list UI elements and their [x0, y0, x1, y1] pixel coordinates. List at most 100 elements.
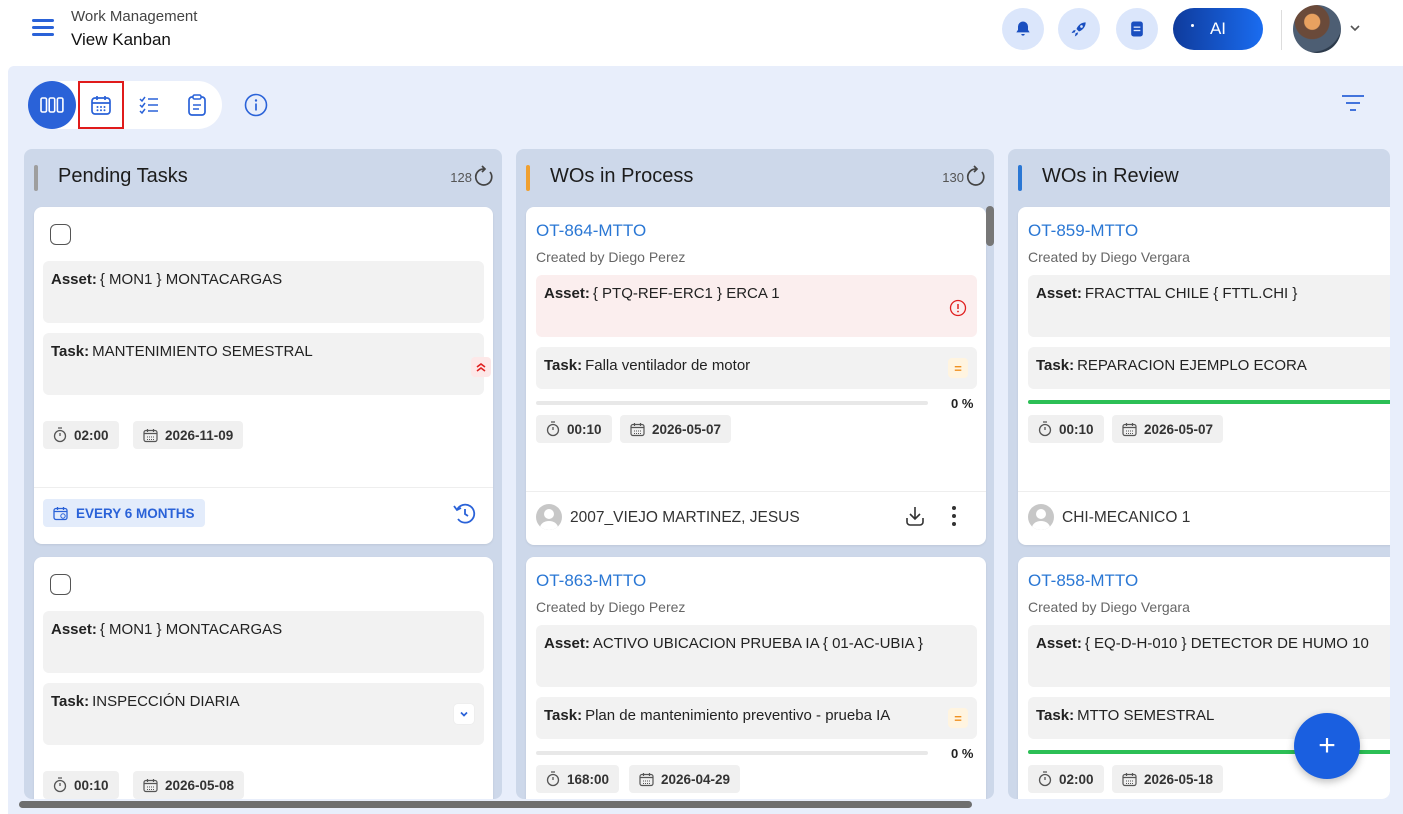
notifications-button[interactable] [1002, 8, 1044, 50]
work-order-code[interactable]: OT-858-MTTO [1028, 571, 1138, 591]
timer-icon [53, 427, 67, 443]
progress-percent: 0 % [951, 396, 974, 411]
timer-icon [1038, 421, 1052, 437]
assignee-name: 2007_VIEJO MARTINEZ, JESUS [570, 509, 800, 526]
column-header: WOs in Review [1008, 149, 1390, 205]
task-value: REPARACION EJEMPLO ECORA [1077, 357, 1307, 374]
refresh-icon[interactable] [471, 164, 497, 190]
column-color-bar [526, 165, 530, 191]
work-order-card[interactable]: OT-863-MTTO Created by Diego Perez Asset… [526, 557, 986, 799]
created-by: Created by Diego Vergara [1028, 249, 1190, 265]
asset-value: FRACTTAL CHILE { FTTL.CHI } [1084, 285, 1298, 302]
work-order-card[interactable]: OT-864-MTTO Created by Diego Perez Asset… [526, 207, 986, 545]
timer-icon [53, 777, 67, 793]
kanban-view-button[interactable] [28, 81, 76, 129]
history-icon[interactable] [452, 501, 478, 527]
priority-low-icon [454, 704, 474, 724]
calendar-icon [143, 778, 158, 792]
updates-button[interactable] [1058, 8, 1100, 50]
timer-icon [1038, 771, 1052, 787]
task-card[interactable]: Asset:{ MON1 } MONTACARGAS Task: MANTENIM… [34, 207, 493, 544]
board-horizontal-scrollbar[interactable] [19, 801, 972, 808]
document-icon [1131, 21, 1143, 37]
alert-icon [949, 299, 967, 317]
column-count: 130 [942, 170, 964, 185]
kanban-icon [40, 97, 64, 113]
timer-icon [546, 421, 560, 437]
page-title: View Kanban [71, 30, 171, 49]
task-value: Plan de mantenimiento preventivo - prueb… [585, 707, 891, 724]
asset-field: Asset:{ EQ-D-H-010 } DETECTOR DE HUMO 10 [1028, 625, 1390, 687]
rocket-icon [1071, 22, 1086, 37]
task-checkbox[interactable] [50, 574, 71, 595]
column-title: WOs in Review [1042, 165, 1179, 187]
created-by: Created by Diego Vergara [1028, 599, 1190, 615]
column-pending-tasks: Pending Tasks 128 Asset:{ MON1 } MONTACA… [24, 149, 502, 799]
calendar-icon [639, 772, 654, 786]
more-options-icon[interactable] [950, 505, 958, 527]
date-badge: 2026-04-29 [629, 765, 741, 793]
column-header: Pending Tasks 128 [24, 149, 502, 205]
work-order-code[interactable]: OT-863-MTTO [536, 571, 646, 591]
user-avatar[interactable] [1293, 5, 1341, 53]
asset-value: { MON1 } MONTACARGAS [99, 271, 283, 288]
date-badge: 2026-05-07 [1112, 415, 1224, 443]
progress-bar [1028, 400, 1390, 404]
top-bar: Work Management View Kanban AI [0, 0, 1403, 66]
column-color-bar [34, 165, 38, 191]
add-button[interactable]: + [1294, 713, 1360, 779]
task-value: Falla ventilador de motor [585, 357, 751, 374]
bell-icon [1016, 21, 1030, 36]
work-order-card[interactable]: OT-859-MTTO Created by Diego Vergara Ass… [1018, 207, 1390, 545]
column-scrollbar[interactable] [986, 206, 994, 246]
download-icon[interactable] [903, 504, 927, 528]
date-badge: 2026-05-08 [133, 771, 245, 799]
info-icon[interactable] [243, 92, 269, 118]
task-checkbox[interactable] [50, 224, 71, 245]
clipboard-view-button[interactable] [176, 81, 218, 129]
date-badge: 2026-05-07 [620, 415, 732, 443]
asset-field: Asset:{ MON1 } MONTACARGAS [43, 611, 484, 673]
task-field: Task: MANTENIMIENTO SEMESTRAL [43, 333, 484, 395]
task-card[interactable]: Asset:{ MON1 } MONTACARGAS Task: INSPECCI… [34, 557, 493, 799]
duration-badge: 02:00 [43, 421, 119, 449]
filter-icon[interactable] [1341, 93, 1365, 113]
asset-value: { PTQ-REF-ERC1 } ERCA 1 [592, 285, 780, 302]
column-wos-in-review: WOs in Review OT-859-MTTO Created by Die… [1008, 149, 1390, 799]
date-badge: 2026-11-09 [133, 421, 244, 449]
ai-assistant-button[interactable]: AI [1173, 8, 1263, 50]
progress-bar [536, 401, 928, 405]
asset-field: Asset:{ MON1 } MONTACARGAS [43, 261, 484, 323]
timer-icon [546, 771, 560, 787]
task-field: Task: Falla ventilador de motor [536, 347, 977, 389]
menu-icon[interactable] [32, 19, 54, 36]
work-order-code[interactable]: OT-859-MTTO [1028, 221, 1138, 241]
duration-badge: 00:10 [536, 415, 612, 443]
assignee-avatar [536, 504, 562, 530]
calendar-icon [1122, 772, 1137, 786]
calendar-view-button[interactable] [78, 81, 124, 129]
duration-badge: 00:10 [43, 771, 119, 799]
duration-badge: 02:00 [1028, 765, 1104, 793]
refresh-icon[interactable] [963, 164, 989, 190]
asset-field: Asset: ACTIVO UBICACION PRUEBA IA { 01-AC… [536, 625, 977, 687]
task-field: Task: REPARACION EJEMPLO ECORA [1028, 347, 1390, 389]
column-title: WOs in Process [550, 165, 694, 187]
progress-bar [536, 751, 928, 755]
assignee-avatar [1028, 504, 1054, 530]
duration-badge: 168:00 [536, 765, 620, 793]
chevron-down-icon[interactable] [1349, 22, 1361, 34]
task-value: MTTO SEMESTRAL [1077, 707, 1215, 724]
column-header: WOs in Process 130 [516, 149, 994, 205]
clipboard-icon [188, 94, 206, 116]
assignee-name: CHI-MECANICO 1 [1062, 509, 1191, 526]
created-by: Created by Diego Perez [536, 599, 686, 615]
asset-value: { MON1 } MONTACARGAS [99, 621, 283, 638]
priority-medium-icon: = [948, 708, 968, 728]
documents-button[interactable] [1116, 8, 1158, 50]
calendar-icon [143, 428, 158, 442]
task-value: MANTENIMIENTO SEMESTRAL [92, 343, 313, 360]
work-order-code[interactable]: OT-864-MTTO [536, 221, 646, 241]
checklist-view-button[interactable] [128, 81, 170, 129]
recurrence-badge: EVERY 6 MONTHS [43, 499, 205, 527]
